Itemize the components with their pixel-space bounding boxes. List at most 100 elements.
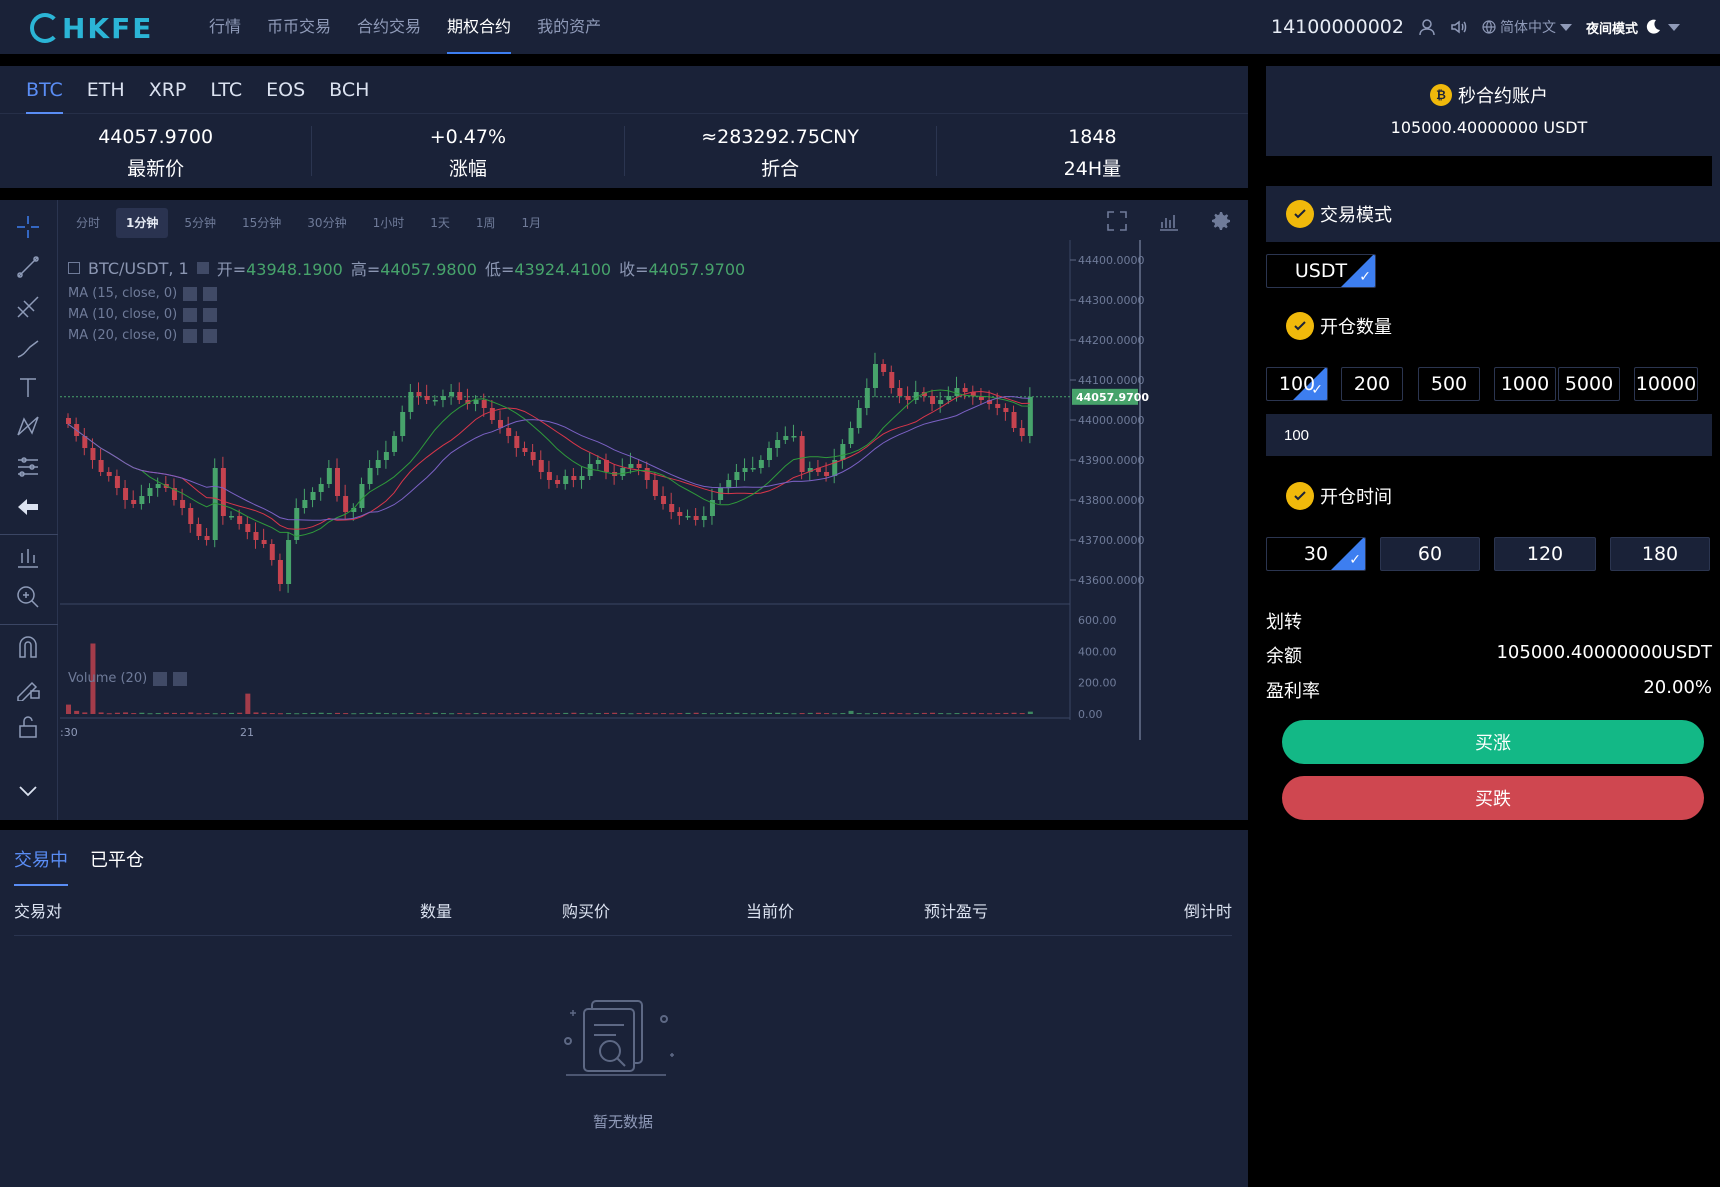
time-title: 开仓时间: [1320, 487, 1392, 508]
positions-panel: 交易中 已平仓 交易对 数量 购买价 当前价 预计盈亏 倒计时 暂无数据: [0, 830, 1248, 1187]
back-arrow-icon[interactable]: [11, 490, 45, 524]
night-mode-toggle[interactable]: 夜间模式: [1586, 18, 1680, 37]
stat-value: 44057.9700: [98, 126, 214, 148]
lock-drawing-icon[interactable]: [11, 670, 45, 704]
candle-body: [701, 516, 707, 520]
settings-icon[interactable]: [153, 671, 168, 686]
volume-bar: [481, 712, 487, 714]
nav-market[interactable]: 行情: [196, 0, 254, 54]
kline-svg[interactable]: 44400.0000 44300.0000 44200.0000 44100.0000…: [60, 240, 1240, 810]
gear-icon[interactable]: [1208, 208, 1234, 234]
timeframe-option[interactable]: 1月: [512, 208, 552, 238]
candle-body: [449, 392, 455, 396]
user-phone[interactable]: 14100000002: [1271, 16, 1404, 38]
speaker-icon[interactable]: [1450, 18, 1468, 36]
candle-body: [563, 476, 569, 484]
timeframe-option[interactable]: 1天: [420, 208, 460, 238]
candle-body: [457, 392, 463, 400]
indicator-icon[interactable]: [11, 540, 45, 574]
time-option-120[interactable]: 120: [1494, 537, 1596, 571]
timeframe-option[interactable]: 30分钟: [297, 208, 356, 238]
timeframe-option[interactable]: 1小时: [363, 208, 415, 238]
coin-tab-btc[interactable]: BTC: [14, 66, 75, 114]
mode-option-usdt[interactable]: USDT ✓: [1266, 254, 1376, 288]
stat-label: 涨幅: [448, 158, 487, 180]
col-current-price: 当前价: [746, 902, 795, 921]
timeframe-option[interactable]: 15分钟: [232, 208, 291, 238]
coin-tab-bch[interactable]: BCH: [317, 66, 381, 114]
volume-bar: [1019, 713, 1025, 715]
volume-bar: [400, 713, 406, 715]
user-icon[interactable]: [1418, 18, 1436, 36]
language-selector[interactable]: 简体中文: [1482, 17, 1572, 37]
fib-tool-icon[interactable]: [11, 290, 45, 324]
time-option-180[interactable]: 180: [1610, 537, 1710, 571]
chart-type-icon[interactable]: [1156, 208, 1182, 234]
trend-line-icon[interactable]: [11, 250, 45, 284]
time-option-30[interactable]: 30 ✓: [1266, 537, 1366, 571]
candle-body: [962, 388, 968, 392]
timeframe-option[interactable]: 分时: [66, 208, 110, 238]
coin-tab-ltc[interactable]: LTC: [198, 66, 254, 114]
tab-trading[interactable]: 交易中: [14, 846, 68, 886]
buy-down-button[interactable]: 买跌: [1282, 776, 1704, 820]
candle-body: [995, 404, 1001, 408]
time-option-60[interactable]: 60: [1380, 537, 1480, 571]
timeframe-option[interactable]: 1周: [466, 208, 506, 238]
qty-option-200[interactable]: 200: [1341, 367, 1403, 401]
volume-bar: [897, 713, 903, 715]
timeframe-bar: 分时 1分钟 5分钟 15分钟 30分钟 1小时 1天 1周 1月: [66, 208, 551, 238]
volume-bar: [114, 712, 120, 714]
close-icon[interactable]: [173, 671, 188, 686]
candle-body: [131, 500, 137, 504]
qty-option-1000[interactable]: 1000: [1494, 367, 1556, 401]
nav-options[interactable]: 期权合约: [434, 0, 524, 54]
brush-icon[interactable]: [11, 330, 45, 364]
candle-body: [514, 436, 520, 448]
fullscreen-icon[interactable]: [1104, 208, 1130, 234]
candle-body: [123, 488, 129, 500]
volume-bar: [229, 712, 235, 714]
chevron-down-icon[interactable]: [11, 774, 45, 808]
buy-up-button[interactable]: 买涨: [1282, 720, 1704, 764]
zoom-in-icon[interactable]: [11, 580, 45, 614]
candle-body: [253, 532, 259, 540]
magnet-icon[interactable]: [11, 630, 45, 664]
volume-bar: [375, 712, 381, 714]
account-title-label: 秒合约账户: [1458, 86, 1548, 107]
timeframe-option[interactable]: 5分钟: [174, 208, 226, 238]
qty-option-10000[interactable]: 10000: [1634, 367, 1698, 401]
qty-option-500[interactable]: 500: [1418, 367, 1480, 401]
coin-tab-eth[interactable]: ETH: [75, 66, 137, 114]
coin-tab-xrp[interactable]: XRP: [137, 66, 199, 114]
crosshair-icon[interactable]: [11, 210, 45, 244]
volume-bar: [367, 712, 373, 714]
volume-bar: [921, 712, 927, 714]
nav-spot[interactable]: 币币交易: [254, 0, 344, 54]
candle-body: [269, 544, 275, 560]
qty-input[interactable]: [1266, 414, 1712, 456]
tab-closed[interactable]: 已平仓: [90, 846, 144, 886]
volume-bar: [636, 713, 642, 715]
timeframe-option-active[interactable]: 1分钟: [116, 208, 169, 238]
volume-bar: [245, 693, 251, 714]
pattern-tool-icon[interactable]: [11, 410, 45, 444]
coin-tab-eos[interactable]: EOS: [254, 66, 317, 114]
transfer-label[interactable]: 划转: [1266, 608, 1302, 634]
volume-bar: [98, 712, 104, 714]
unlock-icon[interactable]: [11, 710, 45, 744]
stat-last-price: 44057.9700 最新价: [0, 126, 313, 180]
logo[interactable]: HKFE: [30, 12, 153, 45]
volume-bar: [970, 712, 976, 714]
qty-option-5000[interactable]: 5000: [1558, 367, 1620, 401]
candle-body: [481, 400, 487, 408]
transfer-row[interactable]: 划转: [1266, 608, 1712, 634]
volume-bar: [742, 713, 748, 715]
qty-option-100[interactable]: 100 ✓: [1266, 367, 1328, 401]
nav-contract[interactable]: 合约交易: [344, 0, 434, 54]
text-tool-icon[interactable]: [11, 370, 45, 404]
time-option-label: 30: [1303, 543, 1329, 565]
volume-bar: [815, 712, 821, 714]
nav-assets[interactable]: 我的资产: [524, 0, 614, 54]
measure-tool-icon[interactable]: [11, 450, 45, 484]
